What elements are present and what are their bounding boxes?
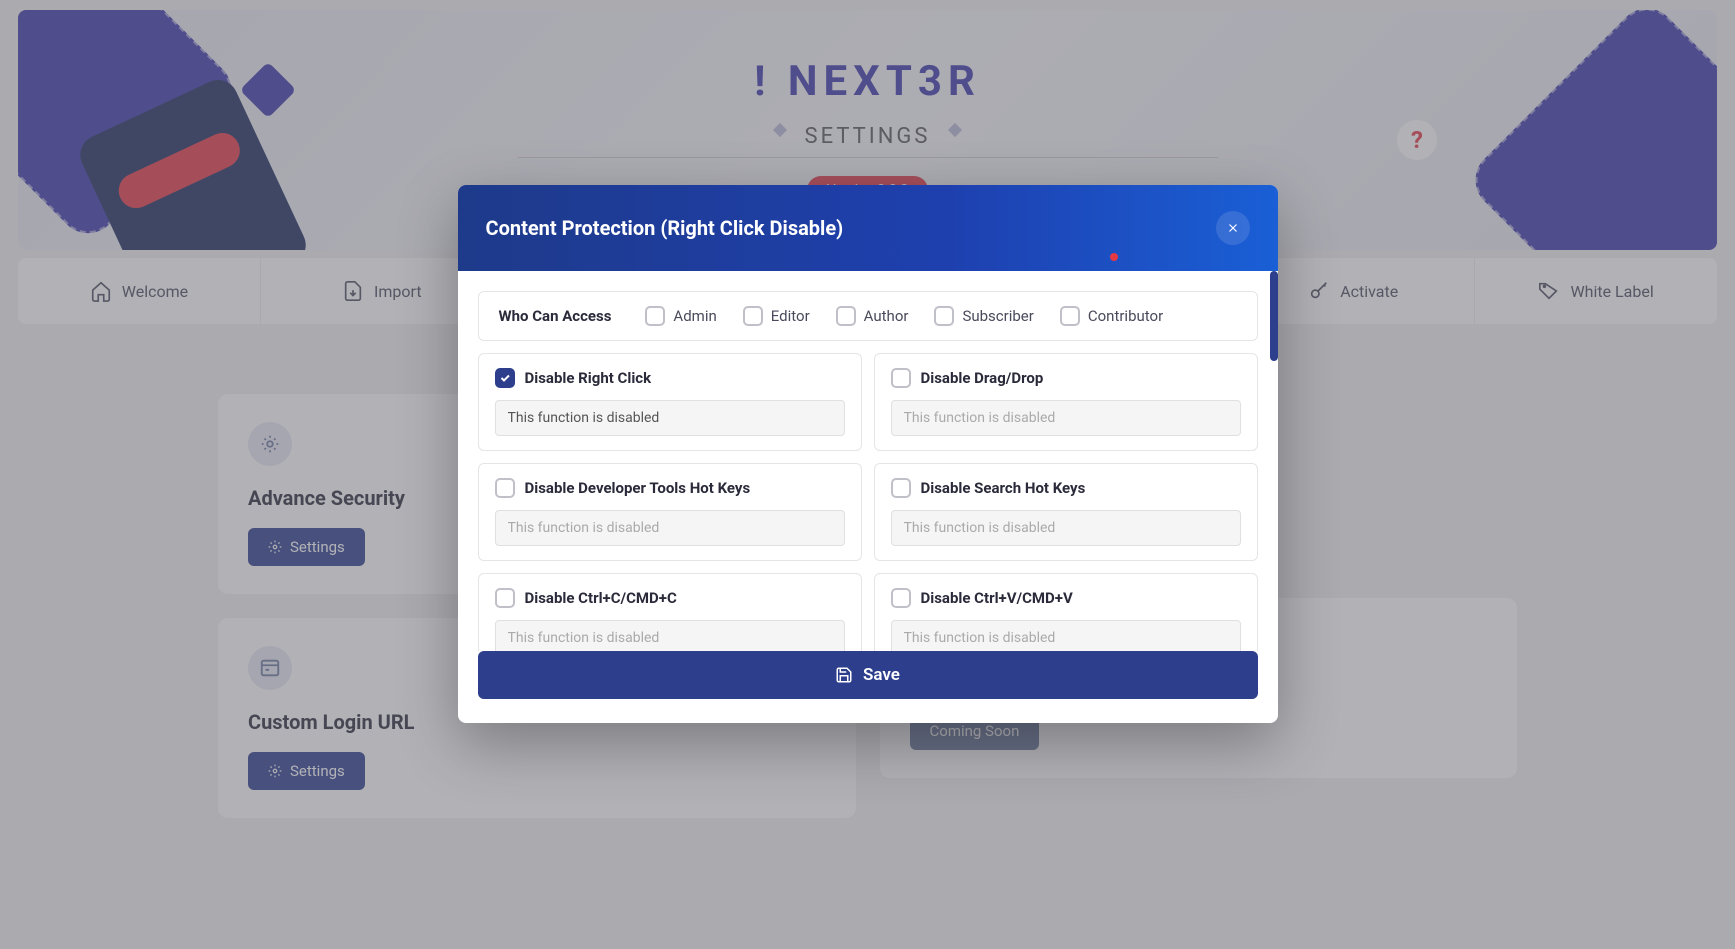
option-message-input[interactable] bbox=[891, 620, 1241, 651]
option-title: Disable Search Hot Keys bbox=[921, 479, 1086, 497]
checkbox-label: Contributor bbox=[1088, 307, 1163, 325]
option-message-input[interactable] bbox=[891, 400, 1241, 436]
checkbox[interactable] bbox=[495, 478, 515, 498]
option-title: Disable Ctrl+C/CMD+C bbox=[525, 589, 677, 607]
options-grid: Disable Right Click Disable Drag/Drop Di… bbox=[478, 353, 1258, 651]
save-button[interactable]: Save bbox=[478, 651, 1258, 699]
save-icon bbox=[835, 666, 853, 684]
checkbox[interactable] bbox=[1060, 306, 1080, 326]
checkbox[interactable] bbox=[891, 368, 911, 388]
option-disable-right-click: Disable Right Click bbox=[478, 353, 862, 451]
checkbox-label: Editor bbox=[771, 307, 810, 325]
modal-title: Content Protection (Right Click Disable) bbox=[486, 216, 844, 240]
checkbox-label: Author bbox=[864, 307, 909, 325]
checkbox[interactable] bbox=[743, 306, 763, 326]
option-title: Disable Right Click bbox=[525, 369, 652, 387]
option-message-input[interactable] bbox=[495, 510, 845, 546]
modal-header: Content Protection (Right Click Disable) bbox=[458, 185, 1278, 271]
option-message-input[interactable] bbox=[495, 620, 845, 651]
option-disable-paste: Disable Ctrl+V/CMD+V bbox=[874, 573, 1258, 651]
checkbox-label: Subscriber bbox=[962, 307, 1033, 325]
option-title: Disable Ctrl+V/CMD+V bbox=[921, 589, 1073, 607]
checkbox[interactable] bbox=[645, 306, 665, 326]
option-disable-drag-drop: Disable Drag/Drop bbox=[874, 353, 1258, 451]
checkbox[interactable] bbox=[495, 588, 515, 608]
checkbox[interactable] bbox=[836, 306, 856, 326]
option-message-input[interactable] bbox=[495, 400, 845, 436]
option-title: Disable Developer Tools Hot Keys bbox=[525, 479, 751, 497]
option-disable-devtools: Disable Developer Tools Hot Keys bbox=[478, 463, 862, 561]
option-title: Disable Drag/Drop bbox=[921, 369, 1044, 387]
close-icon bbox=[1226, 221, 1240, 235]
role-checkbox-admin[interactable]: Admin bbox=[645, 306, 716, 326]
checkbox-label: Admin bbox=[673, 307, 716, 325]
check-icon bbox=[499, 372, 511, 384]
access-label: Who Can Access bbox=[499, 307, 612, 325]
role-checkbox-author[interactable]: Author bbox=[836, 306, 909, 326]
role-checkbox-contributor[interactable]: Contributor bbox=[1060, 306, 1163, 326]
modal-overlay[interactable]: Content Protection (Right Click Disable)… bbox=[0, 0, 1735, 949]
modal-footer: Save bbox=[458, 651, 1278, 723]
option-message-input[interactable] bbox=[891, 510, 1241, 546]
save-label: Save bbox=[863, 665, 900, 685]
checkbox[interactable] bbox=[891, 588, 911, 608]
role-checkbox-editor[interactable]: Editor bbox=[743, 306, 810, 326]
content-protection-modal: Content Protection (Right Click Disable)… bbox=[458, 185, 1278, 723]
scrollbar[interactable] bbox=[1270, 271, 1278, 361]
role-checkbox-subscriber[interactable]: Subscriber bbox=[934, 306, 1033, 326]
checkbox[interactable] bbox=[891, 478, 911, 498]
access-row: Who Can Access Admin Editor Author Subsc… bbox=[478, 291, 1258, 341]
notification-dot-icon bbox=[1110, 253, 1118, 261]
close-button[interactable] bbox=[1216, 211, 1250, 245]
option-disable-search-hotkeys: Disable Search Hot Keys bbox=[874, 463, 1258, 561]
checkbox[interactable] bbox=[934, 306, 954, 326]
modal-body: Who Can Access Admin Editor Author Subsc… bbox=[458, 271, 1278, 651]
checkbox[interactable] bbox=[495, 368, 515, 388]
option-disable-copy: Disable Ctrl+C/CMD+C bbox=[478, 573, 862, 651]
